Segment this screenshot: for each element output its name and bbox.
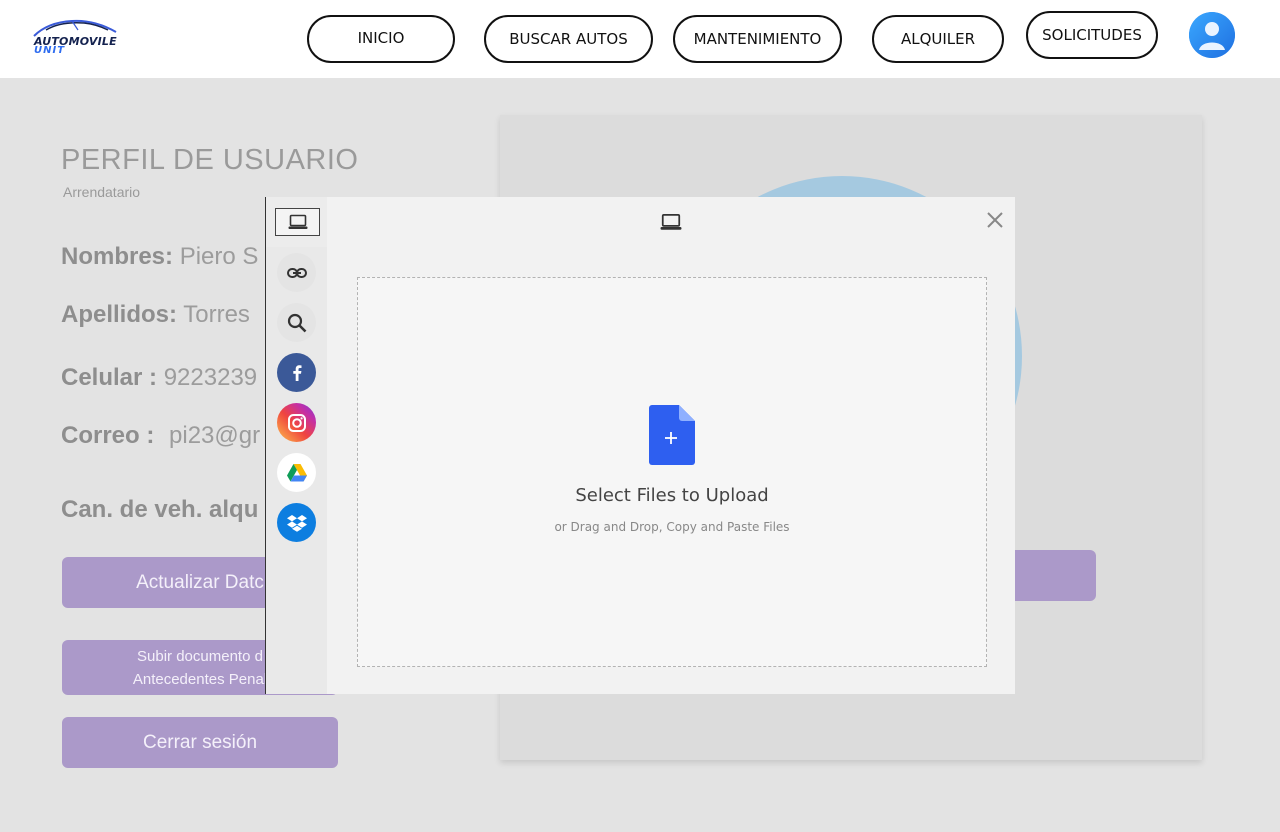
field-apellidos: Apellidos: Torres bbox=[61, 301, 250, 329]
field-label: Correo : bbox=[61, 422, 155, 449]
field-celular: Celular : 9223239 bbox=[61, 364, 257, 392]
search-icon bbox=[287, 313, 306, 332]
field-value: Piero S bbox=[179, 243, 259, 270]
link-icon bbox=[286, 267, 307, 278]
google-drive-source-button[interactable] bbox=[277, 453, 316, 492]
file-drop-zone[interactable]: Select Files to Upload or Drag and Drop,… bbox=[357, 277, 987, 667]
field-value: 9223239 bbox=[163, 364, 258, 391]
nav-inicio-button[interactable]: INICIO bbox=[307, 15, 455, 63]
nav-alquiler-button[interactable]: ALQUILER bbox=[872, 15, 1004, 63]
nav-mantenimiento-button[interactable]: MANTENIMIENTO bbox=[673, 15, 842, 63]
laptop-icon bbox=[660, 213, 682, 230]
modal-header-left bbox=[266, 197, 327, 247]
instagram-icon bbox=[287, 413, 306, 432]
close-icon[interactable] bbox=[985, 210, 1005, 230]
source-sidebar bbox=[266, 247, 327, 694]
add-file-icon[interactable] bbox=[649, 405, 695, 465]
field-label: Nombres: bbox=[61, 243, 174, 270]
user-role: Arrendatario bbox=[63, 184, 141, 200]
page-title: PERFIL DE USUARIO bbox=[61, 144, 359, 176]
file-upload-modal: Select Files to Upload or Drag and Drop,… bbox=[265, 197, 1015, 694]
upload-subtitle: or Drag and Drop, Copy and Paste Files bbox=[554, 520, 790, 534]
field-value: Torres bbox=[183, 301, 250, 328]
logout-button[interactable]: Cerrar sesión bbox=[62, 717, 338, 768]
field-value: pi23@gr bbox=[169, 422, 261, 449]
field-nombres: Nombres: Piero S bbox=[61, 243, 258, 271]
dropbox-source-button[interactable] bbox=[277, 503, 316, 542]
field-correo: Correo : pi23@gr bbox=[61, 422, 260, 450]
button-label-line2: Antecedentes Penal bbox=[132, 670, 268, 688]
google-drive-icon bbox=[286, 463, 307, 481]
nav-buscar-autos-button[interactable]: BUSCAR AUTOS bbox=[484, 15, 653, 63]
nav-solicitudes-button[interactable]: SOLICITUDES bbox=[1026, 11, 1158, 59]
facebook-icon bbox=[292, 364, 301, 381]
button-label-line1: Subir documento d bbox=[137, 647, 263, 665]
local-device-tab[interactable] bbox=[275, 208, 320, 236]
logo-subtext: UNIT bbox=[34, 45, 66, 56]
search-source-button[interactable] bbox=[277, 303, 316, 342]
laptop-icon bbox=[288, 214, 307, 229]
brand-logo[interactable]: AUTOMOVILE UNIT bbox=[32, 18, 122, 58]
field-label: Can. de veh. alqu bbox=[61, 496, 259, 523]
link-source-button[interactable] bbox=[277, 253, 316, 292]
field-label: Celular : bbox=[61, 364, 158, 391]
top-navbar: AUTOMOVILE UNIT INICIO BUSCAR AUTOS MANT… bbox=[0, 0, 1280, 78]
facebook-source-button[interactable] bbox=[277, 353, 316, 392]
dropbox-icon bbox=[286, 514, 307, 532]
upload-title: Select Files to Upload bbox=[575, 485, 769, 506]
field-vehiculos-alquilados: Can. de veh. alqu bbox=[61, 496, 258, 524]
user-avatar-icon[interactable] bbox=[1189, 12, 1235, 58]
field-label: Apellidos: bbox=[61, 301, 178, 328]
instagram-source-button[interactable] bbox=[277, 403, 316, 442]
